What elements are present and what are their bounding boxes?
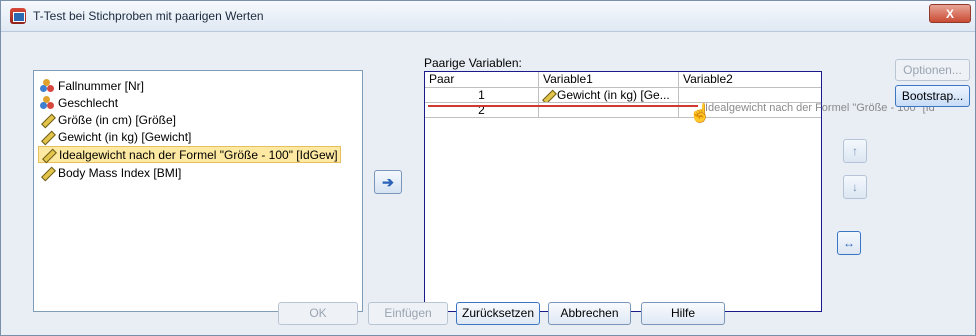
move-right-button[interactable]: ➔ xyxy=(374,170,402,194)
window-title: T-Test bei Stichproben mit paarigen Wert… xyxy=(33,9,264,23)
pair-number-cell[interactable]: 1 xyxy=(425,88,539,103)
scale-variable-icon xyxy=(40,130,54,144)
scale-variable-icon xyxy=(41,148,55,162)
dialog-window: T-Test bei Stichproben mit paarigen Wert… xyxy=(0,0,976,336)
paste-button[interactable]: Einfügen xyxy=(368,302,448,325)
list-item[interactable]: Body Mass Index [BMI] xyxy=(38,164,183,181)
drop-indicator-line xyxy=(428,105,698,107)
variable-label: Fallnummer [Nr] xyxy=(58,78,145,93)
cancel-button[interactable]: Abbrechen xyxy=(548,302,631,325)
app-icon xyxy=(10,8,26,24)
scale-variable-icon xyxy=(40,113,54,127)
list-item[interactable]: Geschlecht xyxy=(38,94,120,111)
scale-variable-icon xyxy=(541,89,555,102)
variable-label: Größe (in cm) [Größe] xyxy=(58,112,177,127)
variable2-cell[interactable] xyxy=(679,88,821,103)
column-header-pair[interactable]: Paar xyxy=(425,72,539,88)
scale-variable-icon xyxy=(40,166,54,180)
move-down-button[interactable]: ↓ xyxy=(843,175,867,199)
close-button[interactable]: X xyxy=(929,4,971,23)
variable-label: Gewicht (in kg) [Gewicht] xyxy=(58,129,192,144)
help-button[interactable]: Hilfe xyxy=(641,302,725,325)
list-item-selected[interactable]: Idealgewicht nach der Formel "Größe - 10… xyxy=(38,146,341,163)
nominal-variable-icon xyxy=(40,95,54,110)
column-header-variable2[interactable]: Variable2 xyxy=(679,72,821,88)
bootstrap-button[interactable]: Bootstrap... xyxy=(895,85,970,107)
nominal-variable-icon xyxy=(40,78,54,93)
variable-label: Body Mass Index [BMI] xyxy=(58,165,182,180)
variable-label: Idealgewicht nach der Formel "Größe - 10… xyxy=(59,147,338,162)
swap-button[interactable]: ↔ xyxy=(837,231,861,255)
variable1-cell[interactable]: Gewicht (in kg) [Ge... xyxy=(539,88,679,103)
paired-variables-label: Paarige Variablen: xyxy=(424,56,522,70)
reset-button[interactable]: Zurücksetzen xyxy=(456,302,540,325)
hand-cursor-icon: ☝ xyxy=(689,103,712,123)
move-up-button[interactable]: ↑ xyxy=(843,139,867,163)
title-bar: T-Test bei Stichproben mit paarigen Wert… xyxy=(1,1,975,32)
source-variable-list[interactable]: Fallnummer [Nr] Geschlecht Größe (in cm)… xyxy=(33,70,363,312)
ok-button[interactable]: OK xyxy=(278,302,358,325)
list-item[interactable]: Fallnummer [Nr] xyxy=(38,77,146,94)
options-button[interactable]: Optionen... xyxy=(895,59,970,81)
list-item[interactable]: Gewicht (in kg) [Gewicht] xyxy=(38,128,193,145)
variable-label: Geschlecht xyxy=(58,95,119,110)
list-item[interactable]: Größe (in cm) [Größe] xyxy=(38,111,178,128)
variable1-value: Gewicht (in kg) [Ge... xyxy=(557,88,670,102)
column-header-variable1[interactable]: Variable1 xyxy=(539,72,679,88)
